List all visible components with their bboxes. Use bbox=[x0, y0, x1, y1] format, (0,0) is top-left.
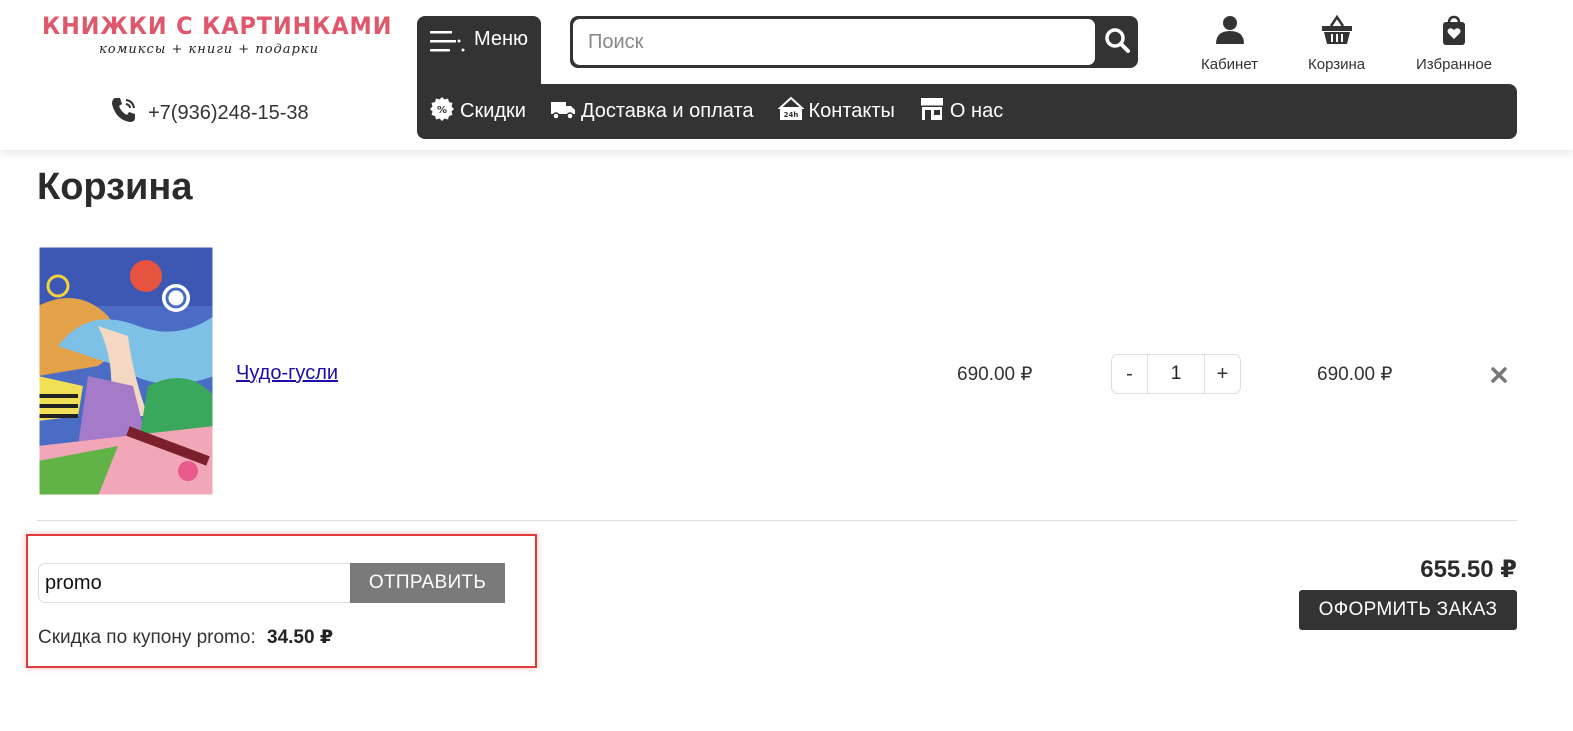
account-link[interactable]: Кабинет bbox=[1201, 14, 1258, 73]
phone-link[interactable]: +7(936)248-15-38 bbox=[108, 94, 309, 132]
nav-label: Доставка и оплата bbox=[580, 100, 754, 122]
contacts-24h-icon: 24h bbox=[776, 96, 805, 128]
svg-text:24h: 24h bbox=[783, 111, 798, 119]
search-bar bbox=[570, 16, 1138, 68]
cart-label: Корзина bbox=[1308, 56, 1366, 73]
checkout-button[interactable]: ОФОРМИТЬ ЗАКАЗ bbox=[1299, 590, 1517, 630]
row-total: 690.00 ₽ bbox=[1317, 364, 1393, 385]
menu-button[interactable]: Меню bbox=[417, 16, 541, 86]
phone-icon bbox=[108, 94, 140, 132]
grand-total: 655.50 ₽ bbox=[1420, 556, 1517, 583]
menu-icon bbox=[430, 28, 466, 62]
svg-text:%: % bbox=[437, 105, 447, 116]
coupon-input[interactable] bbox=[38, 563, 352, 603]
product-cover-image[interactable] bbox=[38, 246, 214, 496]
quantity-increase-button[interactable]: + bbox=[1205, 355, 1240, 393]
remove-item-button[interactable] bbox=[1490, 366, 1508, 384]
nav-item-delivery[interactable]: Доставка и оплата bbox=[550, 96, 754, 128]
site-logo[interactable]: КНИЖКИ С КАРТИНКАМИ комиксы + книги + по… bbox=[42, 12, 393, 57]
heart-bag-icon bbox=[1438, 14, 1470, 56]
cart-link[interactable]: Корзина bbox=[1308, 14, 1365, 73]
coupon-discount: Скидка по купону promo: 34.50 ₽ bbox=[38, 626, 333, 649]
store-icon bbox=[919, 96, 945, 128]
nav-label: Контакты bbox=[808, 100, 895, 122]
nav-item-discounts[interactable]: % Скидки bbox=[429, 96, 526, 128]
discount-label: Скидка по купону promo: bbox=[38, 627, 256, 648]
nav-label: Скидки bbox=[460, 100, 526, 122]
page-title: Корзина bbox=[37, 166, 193, 208]
product-name-link[interactable]: Чудо-гусли bbox=[236, 362, 338, 385]
search-icon bbox=[1104, 27, 1130, 58]
truck-icon bbox=[550, 96, 576, 128]
logo-title: КНИЖКИ С КАРТИНКАМИ bbox=[42, 12, 393, 40]
divider bbox=[37, 520, 1517, 521]
discount-value: 34.50 ₽ bbox=[267, 627, 334, 648]
site-header: КНИЖКИ С КАРТИНКАМИ комиксы + книги + по… bbox=[0, 0, 1573, 150]
nav-item-about[interactable]: О нас bbox=[919, 96, 1003, 128]
quantity-value[interactable]: 1 bbox=[1147, 355, 1205, 393]
coupon-section: ОТПРАВИТЬ Скидка по купону promo: 34.50 … bbox=[26, 534, 537, 668]
user-icon bbox=[1214, 14, 1246, 56]
phone-number: +7(936)248-15-38 bbox=[148, 101, 309, 124]
nav-item-contacts[interactable]: 24h Контакты bbox=[776, 96, 895, 128]
close-icon bbox=[1490, 367, 1508, 388]
favorites-link[interactable]: Избранное bbox=[1416, 14, 1492, 73]
coupon-submit-button[interactable]: ОТПРАВИТЬ bbox=[350, 563, 505, 603]
unit-price: 690.00 ₽ bbox=[957, 364, 1033, 385]
favorites-label: Избранное bbox=[1416, 56, 1493, 73]
discount-icon: % bbox=[429, 96, 455, 128]
search-input[interactable] bbox=[573, 19, 1095, 65]
search-button[interactable] bbox=[1097, 20, 1137, 64]
account-label: Кабинет bbox=[1201, 56, 1259, 73]
menu-label: Меню bbox=[474, 28, 529, 50]
basket-icon bbox=[1321, 14, 1353, 56]
quantity-decrease-button[interactable]: - bbox=[1112, 355, 1147, 393]
nav-label: О нас bbox=[949, 100, 1004, 122]
logo-subtitle: комиксы + книги + подарки bbox=[99, 42, 319, 57]
quantity-stepper: - 1 + bbox=[1111, 354, 1241, 394]
main-nav: % Скидки Доставка и оплата 24h Контакты … bbox=[417, 84, 1517, 139]
